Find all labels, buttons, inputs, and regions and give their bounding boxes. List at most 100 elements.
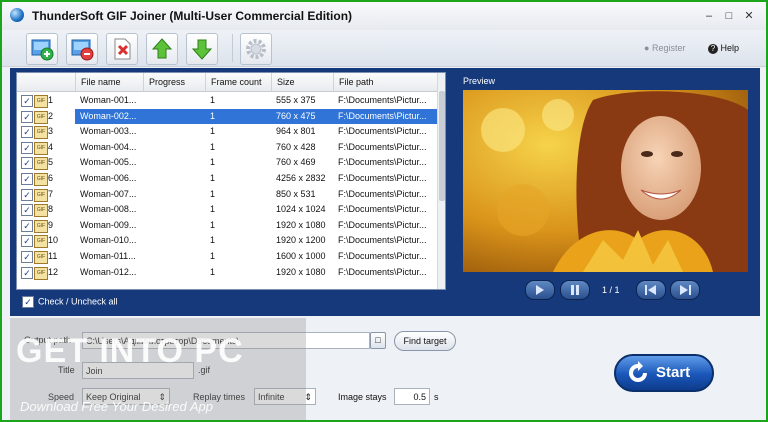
move-up-button[interactable]: [146, 33, 178, 65]
col-file-path[interactable]: File path: [333, 73, 437, 91]
row-checkbox[interactable]: ✓: [21, 188, 33, 201]
toolbar: ● Register ? Help: [2, 30, 766, 67]
remove-file-icon: [71, 39, 94, 61]
scrollbar-thumb[interactable]: [439, 91, 445, 201]
cell-name: Woman-007...: [80, 188, 137, 199]
add-file-button[interactable]: [26, 33, 58, 65]
close-icon[interactable]: ✕: [742, 9, 756, 23]
clear-list-icon: [114, 38, 131, 60]
settings-button[interactable]: [240, 33, 272, 65]
cell-progress: [143, 265, 205, 281]
table-row[interactable]: ✓ GIF 5 Woman-005... 1 760 x 469 F:\Documents\…: [17, 155, 437, 171]
table-row[interactable]: ✓ GIF 9 Woman-009... 1 1920 x 1080 F:\Document…: [17, 218, 437, 234]
cell-name: Woman-006...: [80, 173, 137, 183]
table-row[interactable]: ✓ GIF 1 Woman-001... 1 555 x 375 F:\Documents\…: [17, 93, 437, 109]
row-checkbox[interactable]: ✓: [21, 126, 33, 139]
remove-file-button[interactable]: [66, 33, 98, 65]
cell-size: 4256 x 2832: [276, 173, 326, 183]
cell-frames: 1: [210, 251, 216, 261]
row-number: 1: [48, 95, 54, 105]
register-link[interactable]: ● Register: [644, 43, 685, 53]
row-number: 5: [48, 157, 54, 168]
row-number: 12: [48, 266, 59, 277]
table-row[interactable]: ✓ GIF 2 Woman-002... 1 760 x 475 F:\Documents\…: [17, 108, 437, 125]
watermark-subtitle: Download Free Your Desired App: [20, 399, 213, 414]
pause-icon: [571, 285, 579, 295]
pause-button[interactable]: [560, 280, 590, 300]
row-number: 10: [48, 235, 59, 246]
maximize-icon[interactable]: □: [722, 9, 736, 23]
help-link[interactable]: ? Help: [708, 43, 739, 54]
check-all-toggle[interactable]: ✓ Check / Uncheck all: [22, 296, 118, 308]
file-list[interactable]: File name Progress Frame count Size File…: [16, 72, 446, 290]
cell-frames: 1: [210, 266, 216, 277]
cell-path: F:\Documents\Pictur...: [333, 108, 437, 125]
clear-list-button[interactable]: [106, 33, 138, 65]
cell-progress: [143, 202, 205, 218]
table-row[interactable]: ✓ GIF 11 Woman-011... 1 1600 x 1000 F:\Documen…: [17, 249, 437, 265]
gif-file-icon: GIF: [34, 251, 48, 264]
list-scrollbar[interactable]: [437, 73, 445, 289]
table-row[interactable]: ✓ GIF 7 Woman-007... 1 850 x 531 F:\Documents\…: [17, 187, 437, 203]
minimize-icon[interactable]: –: [702, 9, 716, 23]
table-row[interactable]: ✓ GIF 12 Woman-012... 1 1920 x 1080 F:\Documen…: [17, 265, 437, 281]
start-button[interactable]: Start: [614, 354, 714, 392]
next-frame-button[interactable]: [670, 280, 700, 300]
row-checkbox[interactable]: ✓: [21, 204, 33, 217]
table-row[interactable]: ✓ GIF 8 Woman-008... 1 1024 x 1024 F:\Document…: [17, 202, 437, 218]
play-button[interactable]: [525, 280, 555, 300]
row-checkbox[interactable]: ✓: [21, 266, 33, 279]
previous-frame-button[interactable]: [636, 280, 666, 300]
col-size[interactable]: Size: [271, 73, 333, 91]
row-number: 11: [48, 251, 58, 261]
cell-path: F:\Documents\Pictur...: [338, 235, 427, 246]
cell-path: F:\Documents\Pictur...: [338, 251, 427, 261]
window-title: ThunderSoft GIF Joiner (Multi-User Comme…: [32, 9, 353, 23]
row-checkbox[interactable]: ✓: [21, 110, 33, 123]
folder-icon: □: [375, 335, 381, 345]
table-row[interactable]: ✓ GIF 10 Woman-010... 1 1920 x 1200 F:\Documen…: [17, 233, 437, 249]
cell-name: Woman-003...: [80, 126, 137, 137]
row-checkbox[interactable]: ✓: [21, 173, 33, 185]
row-checkbox[interactable]: ✓: [21, 141, 33, 154]
table-row[interactable]: ✓ GIF 4 Woman-004... 1 760 x 428 F:\Documents\…: [17, 140, 437, 156]
check-all-checkbox[interactable]: ✓: [22, 296, 34, 308]
arrow-down-icon: [191, 39, 213, 60]
register-label: Register: [651, 43, 686, 53]
cell-name: Woman-012...: [80, 266, 137, 277]
cell-name: Woman-004...: [80, 141, 137, 152]
row-number: 8: [48, 204, 54, 215]
row-number: 9: [48, 219, 54, 230]
table-row[interactable]: ✓ GIF 6 Woman-006... 1 4256 x 2832 F:\Document…: [17, 171, 437, 187]
row-checkbox[interactable]: ✓: [21, 95, 33, 107]
check-all-label: Check / Uncheck all: [38, 296, 118, 307]
row-checkbox[interactable]: ✓: [21, 235, 33, 248]
gear-icon: [246, 39, 266, 59]
cell-name: Woman-001...: [80, 95, 137, 105]
row-checkbox[interactable]: ✓: [21, 251, 33, 263]
row-checkbox[interactable]: ✓: [21, 157, 33, 170]
col-frame-count[interactable]: Frame count: [205, 73, 271, 91]
key-icon: ●: [644, 43, 650, 53]
cell-progress: [143, 171, 205, 187]
table-row[interactable]: ✓ GIF 3 Woman-003... 1 964 x 801 F:\Documents\…: [17, 124, 437, 140]
image-stays-input[interactable]: 0.5: [394, 388, 430, 405]
cell-progress: [143, 108, 205, 125]
add-file-icon: [31, 39, 54, 61]
row-checkbox[interactable]: ✓: [21, 219, 33, 232]
gif-file-icon: GIF: [34, 173, 48, 186]
next-icon: [680, 285, 691, 295]
help-icon: ?: [708, 44, 718, 54]
cell-size: 555 x 375: [276, 95, 316, 105]
gif-file-icon: GIF: [34, 126, 48, 140]
browse-button[interactable]: □: [370, 332, 386, 349]
cell-frames: 1: [210, 126, 216, 137]
arrow-up-icon: [151, 38, 173, 59]
move-down-button[interactable]: [186, 33, 218, 65]
cell-frames: 1: [210, 235, 216, 246]
preview-label: Preview: [463, 76, 496, 86]
col-progress[interactable]: Progress: [143, 73, 205, 91]
find-target-button[interactable]: Find target: [394, 331, 456, 351]
row-number: 3: [48, 126, 54, 137]
col-file-name[interactable]: File name: [75, 73, 143, 91]
